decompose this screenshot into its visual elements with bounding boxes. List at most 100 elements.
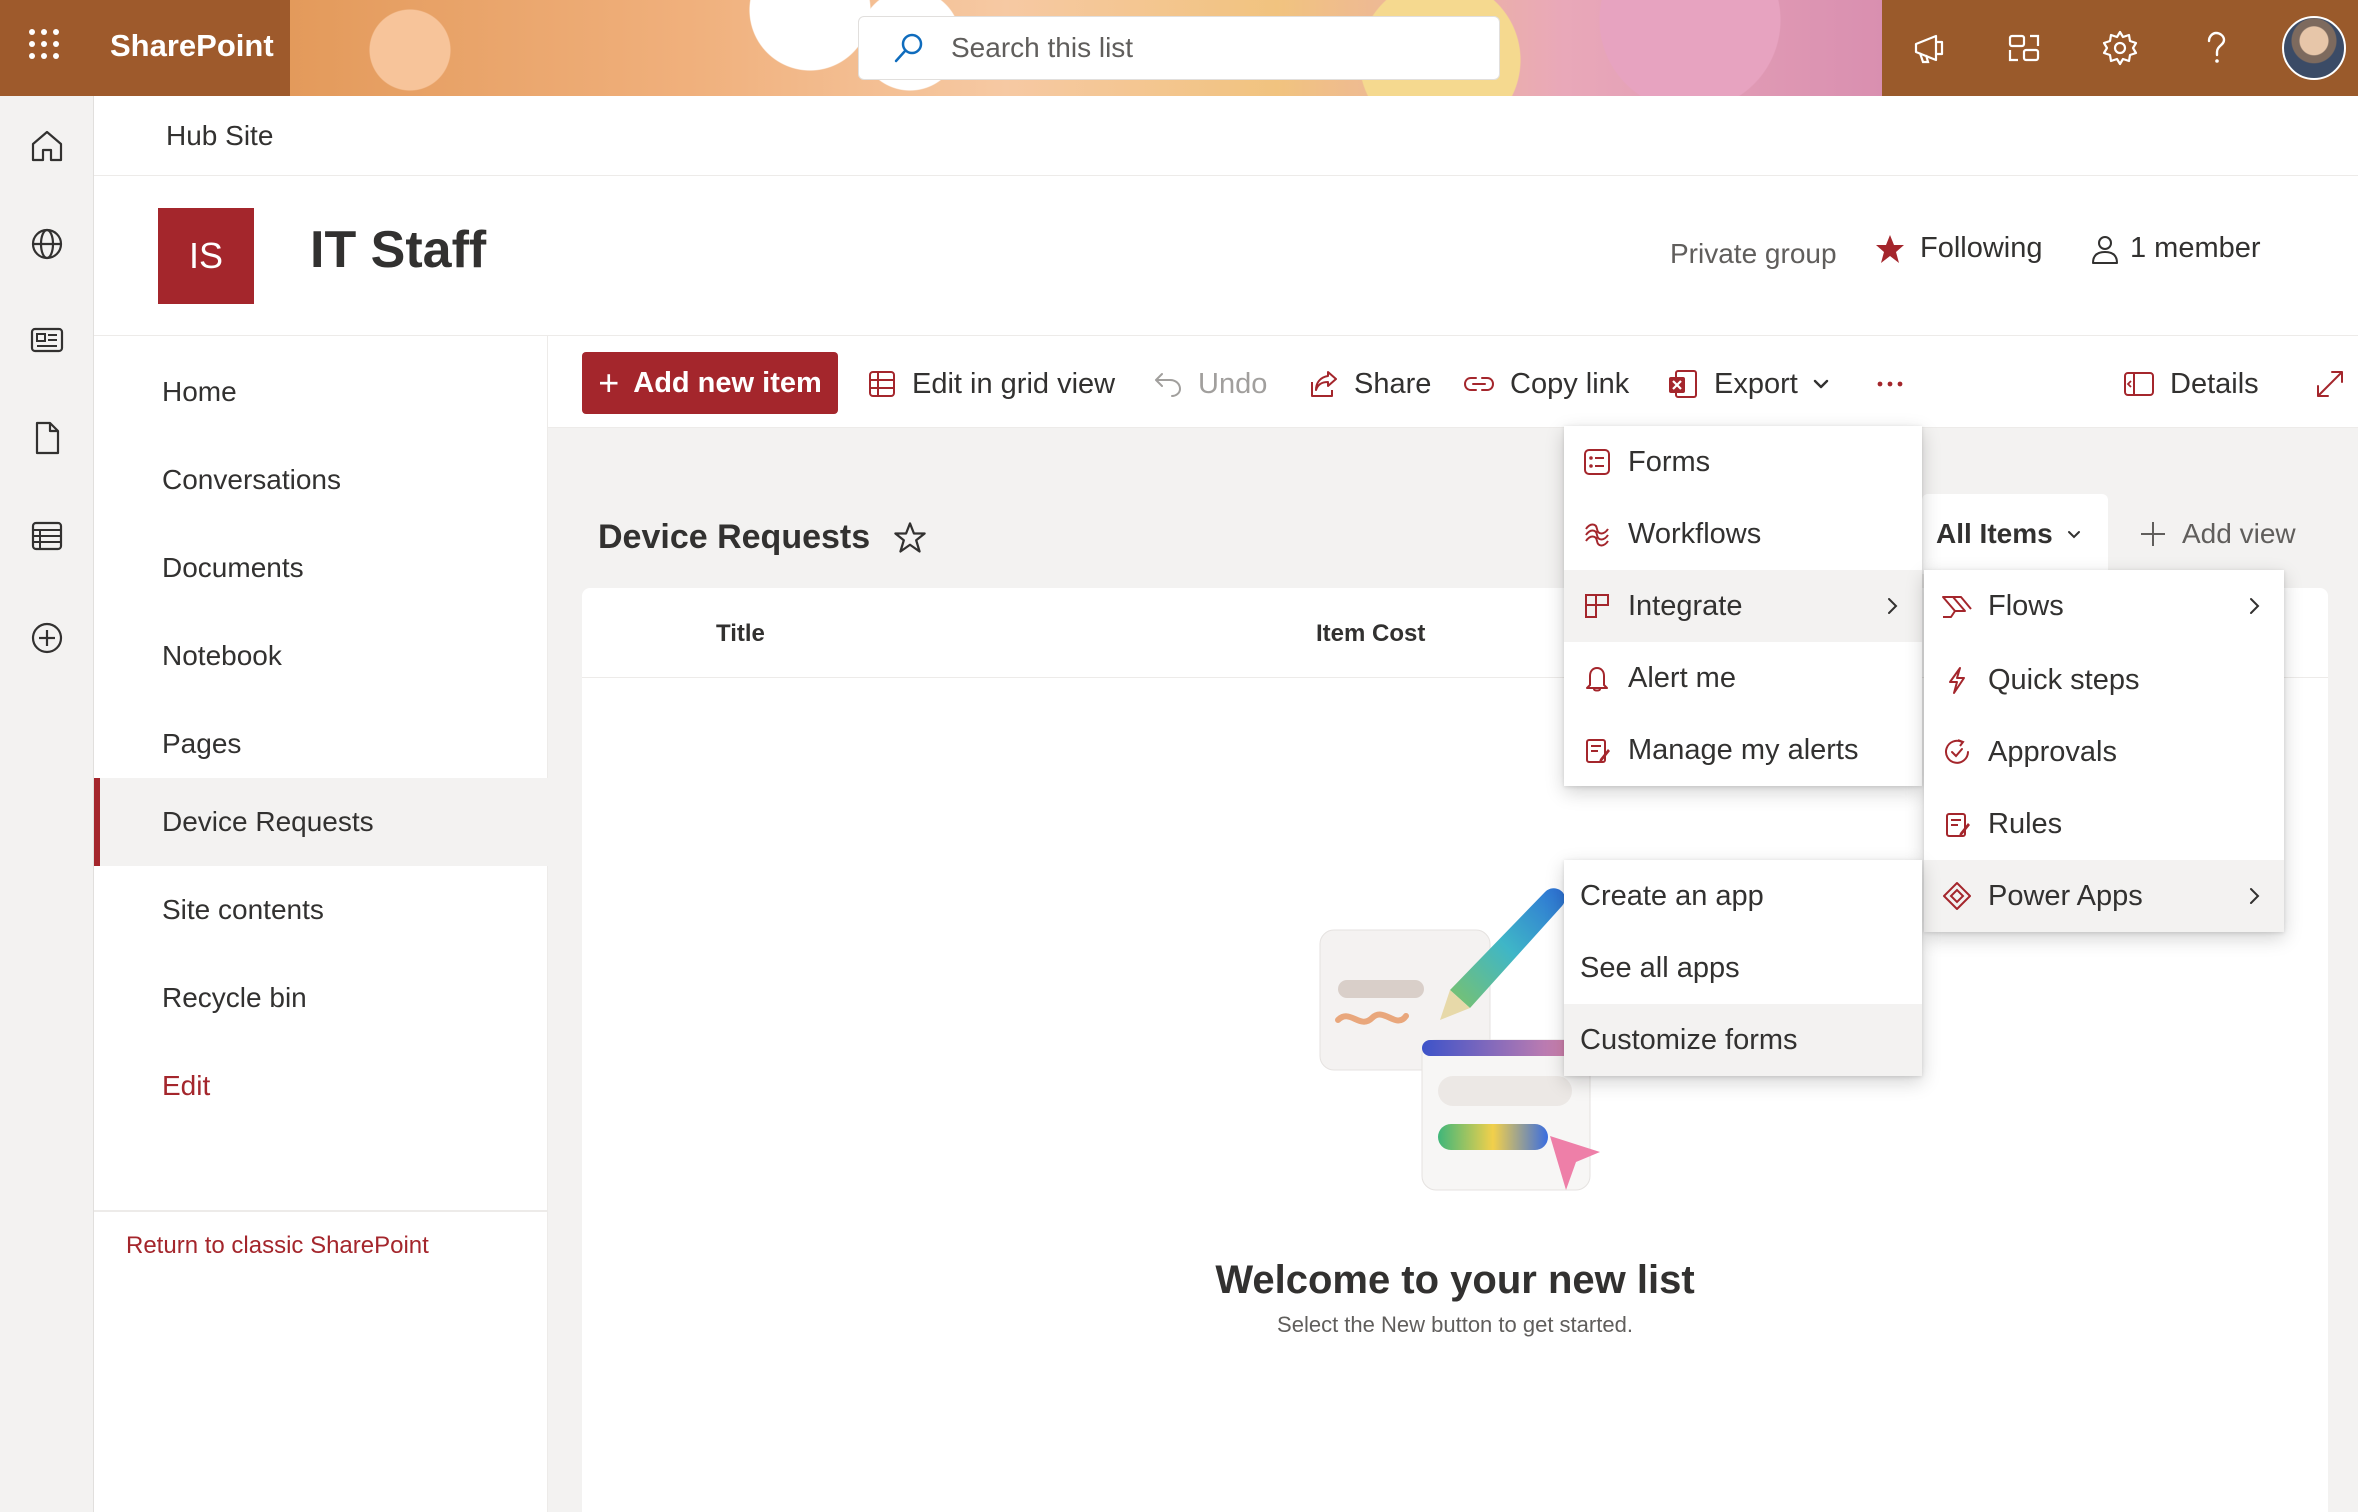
edit-grid-label: Edit in grid view [912, 367, 1116, 400]
search-input[interactable] [951, 32, 1471, 64]
excel-icon [1669, 370, 1697, 398]
menu-item-manage-alerts-label: Manage my alerts [1628, 733, 1859, 766]
command-bar: + Add new item Edit in grid view Undo Sh… [548, 336, 2358, 428]
expand-icon [2317, 371, 2343, 397]
submenu-item-power-apps-label: Power Apps [1988, 879, 2143, 912]
menu-item-manage-alerts[interactable]: Manage my alerts [1564, 714, 1922, 786]
view-selector[interactable]: All Items [1922, 494, 2108, 574]
nav-item-conversations[interactable]: Conversations [94, 436, 548, 524]
nav-item-notebook[interactable]: Notebook [94, 612, 548, 700]
undo-label: Undo [1198, 367, 1268, 400]
lists-icon[interactable] [23, 512, 71, 560]
details-button[interactable]: Details [2122, 360, 2259, 408]
submenu-item-quick-steps-label: Quick steps [1988, 663, 2140, 696]
power-apps-submenu: Create an app See all apps Customize for… [1564, 860, 1922, 1076]
more-options-button[interactable] [1874, 360, 1920, 408]
lightning-icon [1940, 663, 1974, 697]
nav-item-home[interactable]: Home [94, 348, 548, 436]
settings-gear-icon[interactable] [2096, 24, 2144, 72]
menu-item-workflows[interactable]: Workflows [1564, 498, 1922, 570]
site-logo: IS [158, 208, 254, 304]
submenu-item-power-apps[interactable]: Power Apps [1924, 860, 2284, 932]
create-plus-icon[interactable] [23, 614, 71, 662]
chevron-down-icon [2067, 531, 2080, 539]
site-title[interactable]: IT Staff [310, 220, 486, 280]
plus-icon [2141, 522, 2165, 546]
members-button[interactable]: 1 member [2090, 232, 2261, 265]
menu-item-forms-label: Forms [1628, 445, 1711, 478]
export-button[interactable]: Export [1666, 360, 1846, 408]
site-header: IS IT Staff Private group Following 1 me… [94, 176, 2358, 336]
person-icon [2092, 235, 2118, 264]
list-title: Device Requests [598, 518, 928, 557]
share-button[interactable]: Share [1308, 360, 1431, 408]
add-new-item-label: Add new item [633, 366, 822, 399]
add-new-item-button[interactable]: + Add new item [582, 352, 838, 414]
nav-item-site-contents[interactable]: Site contents [94, 866, 548, 954]
nav-item-device-requests[interactable]: Device Requests [94, 778, 548, 866]
welcome-subtitle: Select the New button to get started. [1277, 1312, 1633, 1337]
connections-icon[interactable] [2000, 24, 2048, 72]
submenu-item-approvals[interactable]: Approvals [1924, 716, 2284, 788]
hub-site-link[interactable]: Hub Site [166, 120, 273, 152]
menu-item-forms[interactable]: Forms [1564, 426, 1922, 498]
home-icon[interactable] [23, 122, 71, 170]
nav-item-documents[interactable]: Documents [94, 524, 548, 612]
grid-icon [869, 371, 895, 397]
search-icon [894, 33, 923, 63]
copy-link-button[interactable]: Copy link [1462, 360, 1629, 408]
undo-button[interactable]: Undo [1152, 360, 1267, 408]
following-label: Following [1920, 232, 2043, 264]
edit-grid-view-button[interactable]: Edit in grid view [866, 360, 1115, 408]
manage-alerts-icon [1580, 733, 1614, 767]
file-icon[interactable] [23, 414, 71, 462]
app-bar [0, 96, 94, 1512]
submenu-item-flows-label: Flows [1988, 589, 2064, 622]
return-classic-link[interactable]: Return to classic SharePoint [126, 1232, 429, 1260]
list-title-text: Device Requests [598, 518, 871, 556]
news-icon[interactable] [23, 316, 71, 364]
search-box[interactable] [858, 16, 1500, 80]
submenu-item-customize-forms[interactable]: Customize forms [1564, 1004, 1922, 1076]
menu-item-workflows-label: Workflows [1628, 517, 1762, 550]
flows-icon [1940, 589, 1974, 623]
undo-icon [1155, 373, 1181, 397]
menu-item-alert-me[interactable]: Alert me [1564, 642, 1922, 714]
more-options-menu: Forms Workflows Integrate Alert me Manag… [1564, 426, 1922, 786]
submenu-item-see-all-apps[interactable]: See all apps [1564, 932, 1922, 1004]
power-apps-icon [1940, 879, 1974, 913]
favorite-star-icon[interactable] [892, 520, 928, 556]
link-icon [1463, 377, 1495, 391]
announcement-icon[interactable] [1906, 24, 1954, 72]
nav-item-recycle-bin[interactable]: Recycle bin [94, 954, 548, 1042]
menu-item-integrate[interactable]: Integrate [1564, 570, 1922, 642]
nav-edit-link[interactable]: Edit [94, 1042, 548, 1130]
column-header-title[interactable]: Title [716, 620, 765, 648]
expand-button[interactable] [2314, 360, 2358, 408]
chevron-right-icon [1888, 598, 1898, 614]
help-icon[interactable] [2192, 24, 2240, 72]
share-icon [1311, 371, 1337, 397]
app-launcher-icon[interactable] [22, 26, 66, 70]
submenu-item-flows[interactable]: Flows [1924, 570, 2284, 642]
nav-divider [94, 1210, 548, 1212]
approvals-icon [1940, 735, 1974, 769]
submenu-item-create-app[interactable]: Create an app [1564, 860, 1922, 932]
waffle-icon [29, 29, 59, 59]
submenu-item-quick-steps[interactable]: Quick steps [1924, 644, 2284, 716]
user-avatar[interactable] [2282, 16, 2346, 80]
following-button[interactable]: Following [1874, 232, 2043, 265]
share-label: Share [1354, 367, 1432, 400]
sharepoint-brand-link[interactable]: SharePoint [110, 28, 274, 64]
hub-navigation: Hub Site [94, 96, 2358, 176]
submenu-item-rules[interactable]: Rules [1924, 788, 2284, 860]
add-view-label: Add view [2182, 518, 2296, 549]
column-header-item-cost[interactable]: Item Cost [1316, 620, 1425, 648]
details-label: Details [2170, 367, 2259, 400]
nav-item-pages[interactable]: Pages [94, 700, 548, 788]
integrate-submenu: Flows Quick steps Approvals Rules Power … [1924, 570, 2284, 932]
menu-item-alert-me-label: Alert me [1628, 661, 1736, 694]
add-view-button[interactable]: Add view [2138, 518, 2296, 550]
members-label: 1 member [2130, 232, 2261, 264]
globe-icon[interactable] [23, 220, 71, 268]
